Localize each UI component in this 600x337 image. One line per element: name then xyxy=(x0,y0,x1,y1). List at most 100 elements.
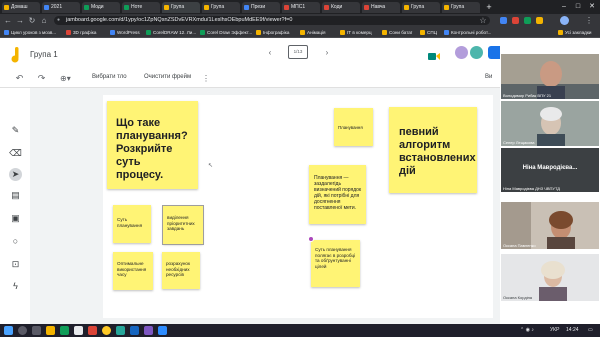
bookmark-icon xyxy=(66,30,71,35)
participant-tile[interactable]: Сепер Лещакова xyxy=(501,101,599,146)
sticky-note-icon[interactable]: ▤ xyxy=(9,189,22,202)
jamboard-logo-icon[interactable] xyxy=(9,46,21,63)
note-text: Суть планування xyxy=(117,217,143,228)
extension-icon[interactable] xyxy=(500,17,507,24)
folder-icon xyxy=(558,30,563,35)
browser-tab[interactable]: Коди xyxy=(322,2,360,13)
browser-tab[interactable]: МПС1 xyxy=(282,2,320,13)
task-view-icon[interactable] xyxy=(32,326,41,335)
home-icon[interactable]: ⌂ xyxy=(39,15,49,26)
zoom-icon[interactable]: ⊕▾ xyxy=(60,73,74,84)
app-icon[interactable] xyxy=(46,326,55,335)
clock[interactable]: 14:24 xyxy=(566,327,579,334)
bookmark-item[interactable]: Corel Draw Эффект... xyxy=(200,28,252,37)
app-icon[interactable] xyxy=(74,326,83,335)
keyboard-language[interactable]: УКР xyxy=(550,327,559,334)
next-frame-button[interactable]: › xyxy=(322,48,332,58)
sticky-note[interactable]: виділення пріоритетних завдань xyxy=(162,205,204,245)
bookmark-item[interactable]: Контрольні робот... xyxy=(444,28,491,37)
sticky-note[interactable]: Планування xyxy=(334,108,373,146)
app-icon[interactable] xyxy=(88,326,97,335)
sticky-note[interactable]: певний алгоритм встановлених дій xyxy=(389,107,477,193)
zoom-app-icon[interactable] xyxy=(158,326,167,335)
browser-tab[interactable]: 2021 xyxy=(42,2,80,13)
browser-tab[interactable]: Навча xyxy=(362,2,400,13)
prev-frame-button[interactable]: ‹ xyxy=(265,48,275,58)
close-icon[interactable]: ✕ xyxy=(586,0,598,14)
reload-icon[interactable]: ↻ xyxy=(27,15,37,26)
textbox-icon[interactable]: ⊡ xyxy=(9,258,22,271)
share-label[interactable]: Ви xyxy=(485,74,492,80)
board-title[interactable]: Група 1 xyxy=(30,50,58,59)
bookmark-item[interactable]: Сони батаї xyxy=(382,28,412,37)
bookmark-label: Інфографіка xyxy=(263,30,290,35)
app-icon[interactable] xyxy=(144,326,153,335)
sticky-note[interactable]: Планування — заздалегідь визначений поря… xyxy=(309,165,366,224)
participant-tile[interactable]: Оксана Павленко xyxy=(501,202,599,249)
profile-avatar[interactable] xyxy=(560,16,569,25)
set-background-button[interactable]: Вибрати тло xyxy=(92,74,127,80)
browser-tab[interactable]: Група xyxy=(442,2,480,13)
url-field[interactable]: ● jamboard.google.com/d/1ypy/oc1ZpNQsnZS… xyxy=(54,16,490,25)
minimize-icon[interactable]: – xyxy=(558,0,570,14)
eraser-icon[interactable]: ⌫ xyxy=(9,147,22,160)
avatar[interactable] xyxy=(470,46,483,59)
app-icon[interactable] xyxy=(60,326,69,335)
sticky-note[interactable]: Суть планування полягає в розробці та об… xyxy=(311,240,360,287)
browser-tab[interactable]: Група xyxy=(402,2,440,13)
tray-icons[interactable]: ⌃ ◉ ♪ xyxy=(520,327,546,334)
new-tab-button[interactable]: + xyxy=(484,1,494,13)
extension-icon[interactable] xyxy=(524,17,531,24)
browser-tab[interactable]: Моди xyxy=(82,2,120,13)
browser-tab[interactable]: Прези xyxy=(242,2,280,13)
chrome-icon[interactable] xyxy=(102,326,111,335)
bookmark-item[interactable]: Інфографіка xyxy=(256,28,289,37)
browser-tab[interactable]: Домаш xyxy=(2,2,40,13)
app-icon[interactable] xyxy=(130,326,139,335)
bookmark-item[interactable]: Анімація xyxy=(300,28,325,37)
pen-icon[interactable]: ✎ xyxy=(9,124,22,137)
forward-icon[interactable]: → xyxy=(15,15,25,26)
browser-tab[interactable]: Група xyxy=(162,2,200,13)
laser-icon[interactable]: ϟ xyxy=(9,280,22,293)
bookmark-item[interactable]: 3D графіка xyxy=(66,28,96,37)
bookmark-item[interactable]: CorelDRAW 12. Ли... xyxy=(146,28,196,37)
participant-tile[interactable]: Оксана Кордіна xyxy=(501,254,599,301)
frame-bar-button[interactable]: 1/13 xyxy=(288,45,308,59)
sticky-note[interactable]: Суть планування xyxy=(113,205,151,243)
app-icon[interactable] xyxy=(116,326,125,335)
avatar[interactable] xyxy=(455,46,468,59)
undo-icon[interactable]: ↶ xyxy=(14,73,25,84)
notifications-icon[interactable]: ▭ xyxy=(588,327,595,334)
start-icon[interactable] xyxy=(4,326,13,335)
browser-menu-icon[interactable]: ⋮ xyxy=(584,15,594,26)
more-options-icon[interactable]: ⋮ xyxy=(202,73,210,84)
bookmark-item[interactable]: ІТ в комерц xyxy=(340,28,372,37)
other-bookmarks[interactable]: Усі закладки xyxy=(558,28,591,37)
bookmark-item[interactable]: Цикл уроков з мозв... xyxy=(4,28,56,37)
extension-icon[interactable] xyxy=(512,17,519,24)
shape-circle-icon[interactable]: ○ xyxy=(9,235,22,248)
clear-frame-button[interactable]: Очистити фрейм xyxy=(144,74,191,80)
bookmark-item[interactable]: СПЦ xyxy=(420,28,437,37)
browser-tab[interactable]: Група xyxy=(202,2,240,13)
sticky-note[interactable]: Що таке планування? Розкрийте суть проце… xyxy=(107,101,198,189)
select-arrow-icon[interactable]: ➤ xyxy=(9,168,22,181)
tab-favicon-icon xyxy=(364,5,369,10)
back-icon[interactable]: ← xyxy=(3,15,13,26)
browser-tab[interactable]: Ноте xyxy=(122,2,160,13)
sticky-note[interactable]: розрахунок необхідних ресурсів xyxy=(162,252,200,289)
participant-tile[interactable]: Ніна Мавродієва... Ніна Мавродієва ДНЗ Ч… xyxy=(501,148,599,192)
meet-icon[interactable] xyxy=(428,48,440,60)
tab-favicon-icon xyxy=(284,5,289,10)
participant-tile[interactable]: Володимир Рибак ВПУ 21 xyxy=(501,54,599,99)
redo-icon[interactable]: ↷ xyxy=(36,73,47,84)
bookmark-item[interactable]: WordPress xyxy=(110,28,140,37)
image-icon[interactable]: ▣ xyxy=(9,212,22,225)
share-button[interactable] xyxy=(488,46,500,59)
extension-icon[interactable] xyxy=(536,17,543,24)
bookmark-star-icon[interactable]: ☆ xyxy=(478,15,488,26)
search-icon[interactable] xyxy=(18,326,27,335)
maximize-icon[interactable]: □ xyxy=(572,0,584,14)
sticky-note[interactable]: Оптимальне використання часу xyxy=(113,252,153,290)
